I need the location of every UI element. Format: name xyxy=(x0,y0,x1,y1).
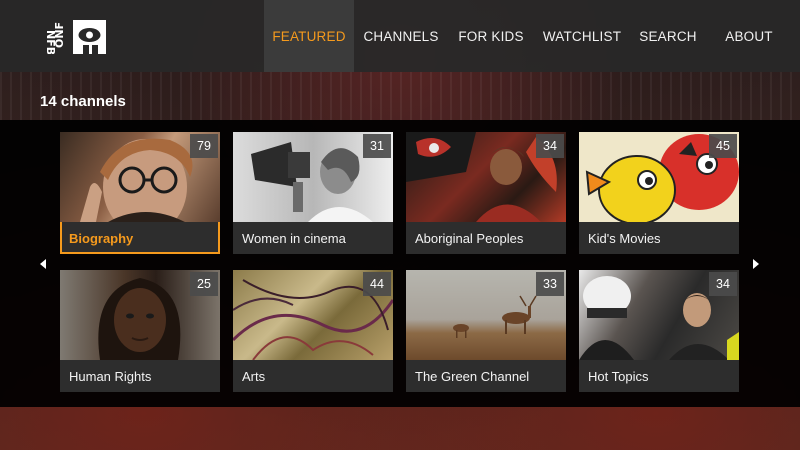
channels-count-heading: 14 channels xyxy=(40,93,126,110)
channel-label: Women in cinema xyxy=(242,231,346,246)
channel-tile-arts[interactable]: 44 Arts xyxy=(233,270,393,392)
video-count-badge: 25 xyxy=(190,272,218,296)
channel-tile-aboriginal-peoples[interactable]: 34 Aboriginal Peoples xyxy=(406,132,566,254)
channel-tile-biography[interactable]: 79 Biography xyxy=(60,132,220,254)
channel-label: Human Rights xyxy=(69,369,152,384)
video-count-badge: 33 xyxy=(536,272,564,296)
nav-search[interactable]: SEARCH xyxy=(630,0,706,72)
channel-label: Kid's Movies xyxy=(588,231,661,246)
channel-tile-kids-movies[interactable]: 45 Kid's Movies xyxy=(579,132,739,254)
video-count-badge: 45 xyxy=(709,134,737,158)
video-count-badge: 34 xyxy=(536,134,564,158)
channel-label: Hot Topics xyxy=(588,369,649,384)
video-count-badge: 44 xyxy=(363,272,391,296)
channel-tile-hot-topics[interactable]: 34 Hot Topics xyxy=(579,270,739,392)
channel-label: Arts xyxy=(242,369,266,384)
svg-text:NFB: NFB xyxy=(44,30,57,54)
main-nav: FEATURED CHANNELS FOR KIDS WATCHLIST SEA… xyxy=(264,0,792,72)
channel-label: The Green Channel xyxy=(415,369,530,384)
channel-label: Aboriginal Peoples xyxy=(415,231,524,246)
chevron-left-icon[interactable] xyxy=(40,259,46,269)
video-count-badge: 34 xyxy=(709,272,737,296)
video-count-badge: 79 xyxy=(190,134,218,158)
channel-label: Biography xyxy=(69,231,134,246)
channel-tile-green-channel[interactable]: 33 The Green Channel xyxy=(406,270,566,392)
nav-channels[interactable]: CHANNELS xyxy=(354,0,448,72)
nav-for-kids[interactable]: FOR KIDS xyxy=(448,0,534,72)
video-count-badge: 31 xyxy=(363,134,391,158)
top-navigation-bar: ONF NFB FEATURED CHANNELS FOR KIDS WATCH… xyxy=(0,0,800,72)
nav-watchlist[interactable]: WATCHLIST xyxy=(534,0,630,72)
channel-tile-women-in-cinema[interactable]: 31 Women in cinema xyxy=(233,132,393,254)
nfb-onf-logo[interactable]: ONF NFB xyxy=(40,20,106,54)
chevron-right-icon[interactable] xyxy=(753,259,759,269)
channel-tile-human-rights[interactable]: 25 Human Rights xyxy=(60,270,220,392)
nav-featured[interactable]: FEATURED xyxy=(264,0,354,72)
nav-about[interactable]: ABOUT xyxy=(706,0,792,72)
